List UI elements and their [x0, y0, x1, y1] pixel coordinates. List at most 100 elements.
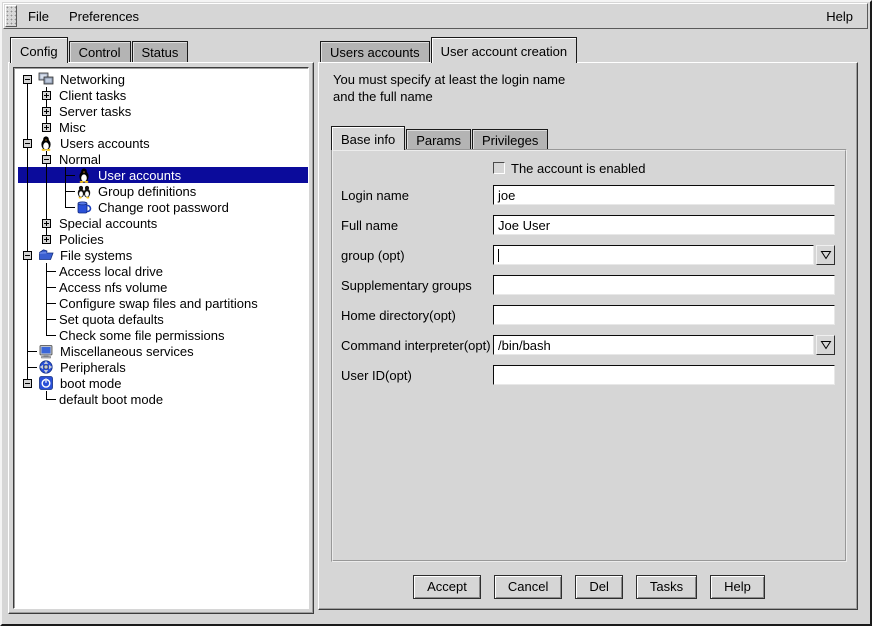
- tree-expander[interactable]: [37, 215, 56, 231]
- tree-connector: [18, 183, 37, 199]
- tree-item-set-quota-defaults[interactable]: Set quota defaults: [18, 311, 308, 327]
- form-row-home-directory-opt: Home directory(opt): [341, 300, 835, 330]
- command-interpreter-opt-input[interactable]: /bin/bash: [493, 335, 814, 355]
- tab-control[interactable]: Control: [69, 41, 131, 62]
- tree-connector: [56, 199, 75, 215]
- tree-expander[interactable]: [37, 103, 56, 119]
- tree-expander[interactable]: [37, 151, 56, 167]
- expander-plus-icon[interactable]: [42, 107, 51, 116]
- tree-item-client-tasks[interactable]: Client tasks: [18, 87, 308, 103]
- account-info-notebook: Base infoParamsPrivileges The account is…: [331, 125, 847, 562]
- tree-expander[interactable]: [18, 135, 37, 151]
- tree-item-label: Miscellaneous services: [57, 343, 197, 360]
- tree-item-normal[interactable]: Normal: [18, 151, 308, 167]
- tree-item-user-accounts[interactable]: User accounts: [18, 167, 308, 183]
- tree-connector: [37, 199, 56, 215]
- tree-expander[interactable]: [18, 71, 37, 87]
- tree-item-default-boot-mode[interactable]: default boot mode: [18, 391, 308, 407]
- field-label: User ID(opt): [341, 368, 493, 383]
- tasks-button[interactable]: Tasks: [636, 575, 697, 599]
- tree-item-access-local-drive[interactable]: Access local drive: [18, 263, 308, 279]
- field-label: Home directory(opt): [341, 308, 493, 323]
- tree-item-change-root-password[interactable]: Change root password: [18, 199, 308, 215]
- tree-item-policies[interactable]: Policies: [18, 231, 308, 247]
- user-id-opt-input[interactable]: [493, 365, 835, 385]
- config-tree[interactable]: NetworkingClient tasksServer tasksMiscUs…: [13, 67, 309, 609]
- tree-connector: [18, 231, 37, 247]
- tree-item-label: Server tasks: [56, 103, 134, 120]
- tree-expander[interactable]: [37, 119, 56, 135]
- tree-item-misc[interactable]: Misc: [18, 119, 308, 135]
- field-label: Login name: [341, 188, 493, 203]
- tree-item-configure-swap-files-and-partitions[interactable]: Configure swap files and partitions: [18, 295, 308, 311]
- filesystems-icon: [38, 247, 54, 263]
- menu-item-file[interactable]: File: [18, 4, 59, 28]
- tree-item-label: Normal: [56, 151, 104, 168]
- tab-users-accounts[interactable]: Users accounts: [320, 41, 430, 62]
- tree-item-special-accounts[interactable]: Special accounts: [18, 215, 308, 231]
- tree-connector: [18, 279, 37, 295]
- expander-plus-icon[interactable]: [42, 123, 51, 132]
- menu-item-preferences[interactable]: Preferences: [59, 4, 149, 28]
- tree-item-miscellaneous-services[interactable]: Miscellaneous services: [18, 343, 308, 359]
- tree-item-label: Group definitions: [95, 183, 199, 200]
- account-enabled-row: The account is enabled: [493, 156, 835, 180]
- expander-minus-icon[interactable]: [23, 251, 32, 260]
- tree-item-networking[interactable]: Networking: [18, 71, 308, 87]
- accept-button[interactable]: Accept: [413, 575, 481, 599]
- tree-item-check-some-file-permissions[interactable]: Check some file permissions: [18, 327, 308, 343]
- supplementary-groups-input[interactable]: [493, 275, 835, 295]
- tab-privileges[interactable]: Privileges: [472, 129, 548, 149]
- tab-user-account-creation[interactable]: User account creation: [431, 37, 577, 63]
- group-opt-combo-button[interactable]: [816, 245, 835, 265]
- form-row-group-opt: group (opt): [341, 240, 835, 270]
- menu-item-help[interactable]: Help: [816, 4, 863, 28]
- tree-item-access-nfs-volume[interactable]: Access nfs volume: [18, 279, 308, 295]
- menu-bar: File Preferences Help: [3, 3, 868, 29]
- tree-expander[interactable]: [37, 231, 56, 247]
- cancel-button[interactable]: Cancel: [494, 575, 562, 599]
- tree-item-label: Access local drive: [56, 263, 166, 280]
- tree-item-label: Access nfs volume: [56, 279, 170, 296]
- expander-plus-icon[interactable]: [42, 219, 51, 228]
- action-button-row: Accept Cancel Del Tasks Help: [331, 575, 847, 599]
- expander-minus-icon[interactable]: [23, 139, 32, 148]
- account-enabled-checkbox[interactable]: [493, 162, 505, 174]
- tree-connector: [37, 295, 56, 311]
- field-label: Full name: [341, 218, 493, 233]
- text-caret: [498, 249, 499, 262]
- expander-plus-icon[interactable]: [42, 235, 51, 244]
- tab-base-info[interactable]: Base info: [331, 126, 405, 150]
- full-name-input[interactable]: Joe User: [493, 215, 835, 235]
- group-icon: [76, 183, 92, 199]
- tree-expander[interactable]: [18, 247, 37, 263]
- tree-item-label: Configure swap files and partitions: [56, 295, 261, 312]
- tab-params[interactable]: Params: [406, 129, 471, 149]
- tab-status[interactable]: Status: [132, 41, 189, 62]
- tree-expander[interactable]: [18, 375, 37, 391]
- tree-item-group-definitions[interactable]: Group definitions: [18, 183, 308, 199]
- peripherals-icon: [38, 359, 54, 375]
- tree-item-users-accounts[interactable]: Users accounts: [18, 135, 308, 151]
- tree-expander[interactable]: [37, 87, 56, 103]
- help-button[interactable]: Help: [710, 575, 765, 599]
- menubar-grip-handle[interactable]: [5, 5, 17, 27]
- login-name-input[interactable]: joe: [493, 185, 835, 205]
- expander-minus-icon[interactable]: [23, 75, 32, 84]
- tree-item-server-tasks[interactable]: Server tasks: [18, 103, 308, 119]
- tree-item-boot-mode[interactable]: boot mode: [18, 375, 308, 391]
- tree-item-label: Users accounts: [57, 135, 153, 152]
- tree-item-peripherals[interactable]: Peripherals: [18, 359, 308, 375]
- home-directory-opt-input[interactable]: [493, 305, 835, 325]
- config-page: NetworkingClient tasksServer tasksMiscUs…: [8, 62, 314, 614]
- networking-icon: [38, 71, 54, 87]
- expander-minus-icon[interactable]: [42, 155, 51, 164]
- tree-item-file-systems[interactable]: File systems: [18, 247, 308, 263]
- tab-config[interactable]: Config: [10, 37, 68, 63]
- group-opt-input[interactable]: [493, 245, 814, 265]
- command-interpreter-opt-combo-button[interactable]: [816, 335, 835, 355]
- del-button[interactable]: Del: [575, 575, 623, 599]
- expander-plus-icon[interactable]: [42, 91, 51, 100]
- tree-connector: [18, 327, 37, 343]
- expander-minus-icon[interactable]: [23, 379, 32, 388]
